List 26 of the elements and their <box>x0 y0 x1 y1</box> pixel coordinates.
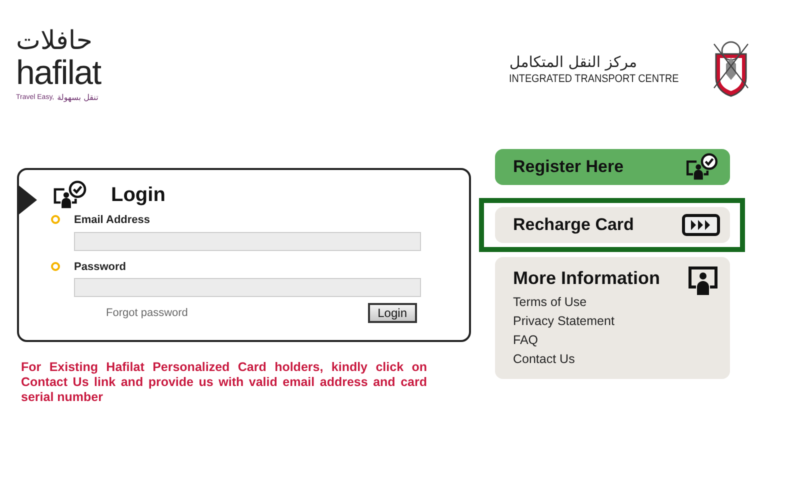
info-link[interactable]: Terms of Use <box>513 295 587 310</box>
login-button[interactable]: Login <box>368 303 417 323</box>
required-bullet-icon <box>51 262 60 270</box>
field-label: Email Address <box>74 213 152 228</box>
forgot-password-link[interactable]: Forgot password <box>106 304 188 322</box>
partner-arabic-name: مركز النقل المتكامل <box>509 52 638 72</box>
user-check-icon <box>51 180 89 210</box>
field-label: Password <box>74 260 127 274</box>
info-link[interactable]: Contact Us <box>513 352 575 367</box>
partner-name: INTEGRATED TRANSPORT CENTRE <box>509 72 680 86</box>
user-check-icon <box>684 152 720 182</box>
recharge-card-button[interactable]: Recharge Card <box>495 207 730 243</box>
brand-arabic-name: حافلات <box>16 26 92 56</box>
info-link[interactable]: FAQ <box>513 333 538 348</box>
more-info-title: More Information <box>513 267 660 290</box>
presenter-icon <box>686 265 720 295</box>
forward-arrows-icon <box>682 214 720 236</box>
tagline-arabic: تنقل بسهولة <box>57 92 98 104</box>
input-field[interactable] <box>74 278 421 297</box>
register-button[interactable]: Register Here <box>495 149 730 185</box>
notice-text: For Existing Hafilat Personalized Card holders, kindly click on Contact Us link and provide us with valid email address and card serial number <box>21 360 427 405</box>
info-link[interactable]: Privacy Statement <box>513 314 614 329</box>
login-title: Login <box>111 183 166 208</box>
required-bullet-icon <box>51 215 60 224</box>
input-field[interactable] <box>74 232 421 250</box>
brand-name: hafilat <box>16 56 101 90</box>
